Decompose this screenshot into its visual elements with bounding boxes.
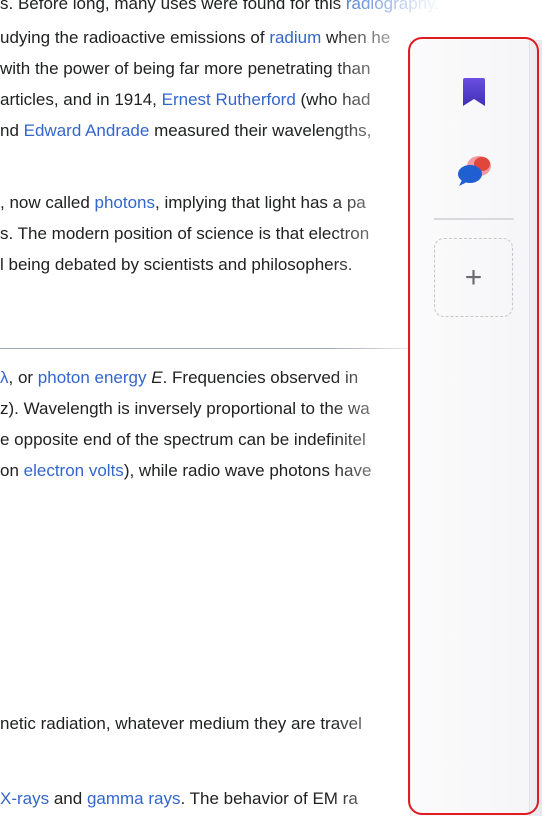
article-text: s. Before long, many uses were found for… — [0, 0, 346, 13]
article-text: and — [49, 789, 87, 808]
sidebar-copilot-button[interactable] — [452, 150, 498, 190]
article-line: X-rays and gamma rays. The behavior of E… — [0, 783, 358, 814]
sidebar-add-button[interactable]: + — [434, 238, 513, 317]
article-link[interactable]: gamma rays — [87, 789, 181, 808]
article-text: netic radiation, whatever medium they ar… — [0, 714, 362, 733]
article-line: λ, or photon energy E. Frequencies obser… — [0, 362, 358, 393]
article-line: e opposite end of the spectrum can be in… — [0, 424, 366, 455]
article-text: , now called — [0, 193, 95, 212]
article-text: z). Wavelength is inversely proportional… — [0, 399, 370, 418]
plus-icon: + — [464, 260, 483, 294]
article-symbol: E — [151, 368, 163, 387]
article-text: . Frequencies observed in — [162, 368, 359, 387]
article-line: articles, and in 1914, Ernest Rutherford… — [0, 84, 370, 115]
bookmark-icon — [463, 78, 485, 106]
sidebar-scrollbar-track[interactable] — [529, 40, 542, 816]
article-link[interactable]: electron volts — [24, 461, 124, 480]
article-text: nd — [0, 121, 24, 140]
copilot-chat-icon — [458, 156, 491, 186]
article-text: on — [0, 461, 24, 480]
article-link[interactable]: photon energy — [38, 368, 147, 387]
article-line: on electron volts), while radio wave pho… — [0, 455, 371, 486]
article-line: z). Wavelength is inversely proportional… — [0, 393, 370, 424]
article-text: e opposite end of the spectrum can be in… — [0, 430, 366, 449]
article-link[interactable]: photons — [95, 193, 156, 212]
article-text: udying the radioactive emissions of — [0, 28, 270, 47]
article-link[interactable]: X-rays — [0, 789, 49, 808]
article-line: netic radiation, whatever medium they ar… — [0, 708, 362, 739]
sidebar-divider — [434, 218, 514, 220]
article-line: with the power of being far more penetra… — [0, 53, 370, 84]
article-line: l being debated by scientists and philos… — [0, 249, 353, 280]
sidebar-bookmark-button[interactable] — [454, 72, 494, 112]
article-link[interactable]: λ — [0, 368, 9, 387]
article-text: articles, and in 1914, — [0, 90, 162, 109]
article-line: nd Edward Andrade measured their wavelen… — [0, 115, 371, 146]
article-link[interactable]: Edward Andrade — [24, 121, 150, 140]
article-text: with the power of being far more penetra… — [0, 59, 371, 78]
article-link[interactable]: radium — [269, 28, 321, 47]
article-text: , or — [8, 368, 38, 387]
article-text: l being debated by scientists and philos… — [0, 255, 353, 274]
article-text: s. The modern position of science is tha… — [0, 224, 370, 243]
article-link[interactable]: Ernest Rutherford — [162, 90, 296, 109]
article-line: , now called photons, implying that ligh… — [0, 187, 366, 218]
article-line: s. The modern position of science is tha… — [0, 218, 369, 249]
